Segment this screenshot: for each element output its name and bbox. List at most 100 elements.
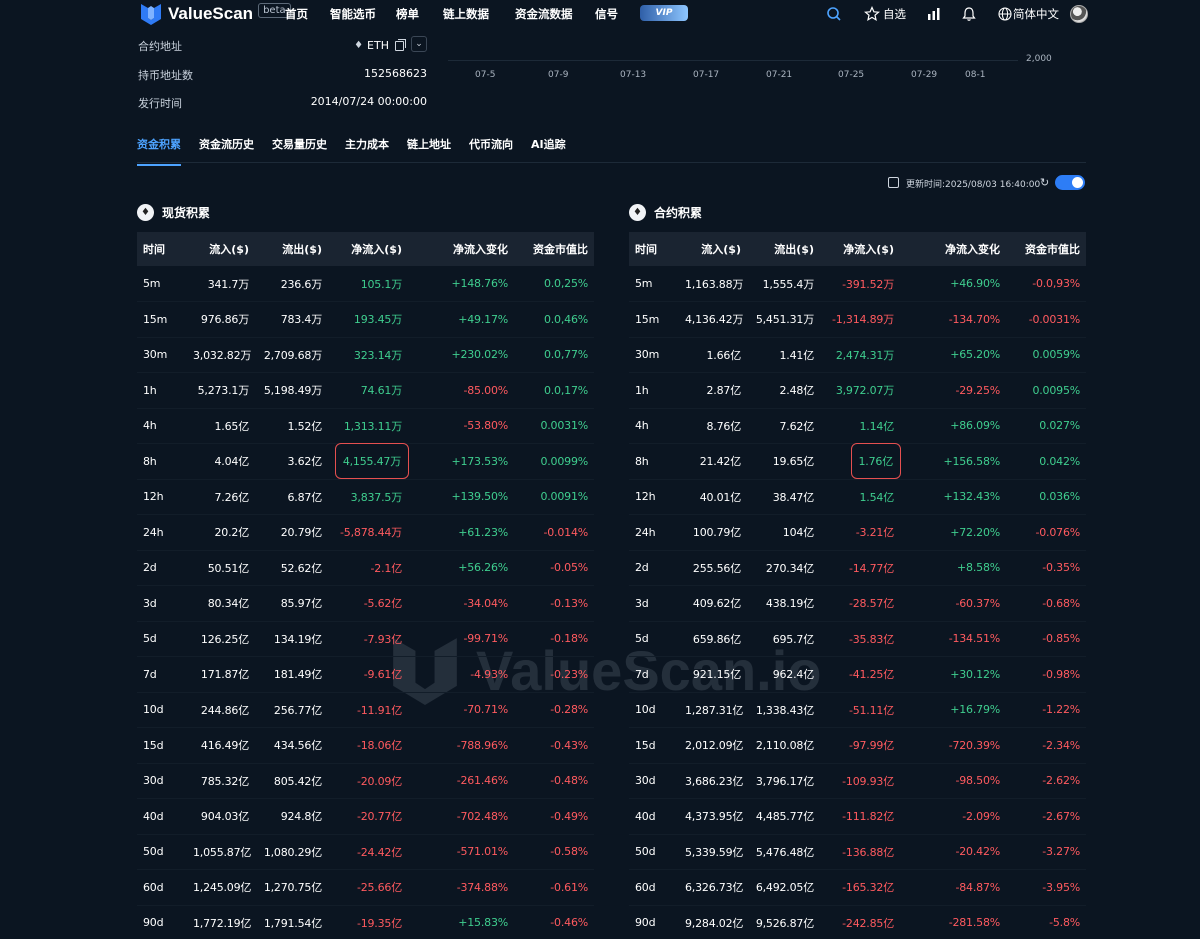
table-row: 5d 659.86亿 695.7亿 -35.83亿 -134.51% -0.85% — [629, 621, 1086, 657]
table-row: 15m 4,136.42万 5,451.31万 -1,314.89万 -134.70% -… — [629, 302, 1086, 337]
net-inflow-cell: -11.91亿 — [356, 703, 402, 717]
net-change-cell: -20.42% — [955, 845, 1000, 859]
vip-button[interactable]: VIP — [640, 5, 688, 21]
nav-rankings[interactable]: 榜单 — [396, 6, 419, 22]
star-icon[interactable] — [864, 6, 880, 22]
time-cell: 2d — [143, 561, 157, 575]
brand-name: ValueScan — [168, 4, 254, 23]
globe-icon[interactable] — [997, 6, 1013, 22]
futures-accumulation-panel: ♦ 合约积累 时间 流入($) 流出($) 净流入($) 净流入变化 资金市值比 5m 1,… — [629, 200, 1086, 939]
nav-onchain-data[interactable]: 链上数据 — [443, 6, 489, 22]
nav-fund-flow-data[interactable]: 资金流数据 — [515, 6, 573, 22]
time-cell: 7d — [635, 667, 649, 681]
nav-signals[interactable]: 信号 — [595, 6, 618, 22]
inflow-cell: 7.26亿 — [214, 490, 250, 504]
inflow-cell: 1,245.09亿 — [193, 881, 252, 895]
inflow-cell: 3,686.23亿 — [685, 774, 744, 788]
search-icon[interactable] — [826, 6, 842, 22]
inflow-cell: 126.25亿 — [200, 632, 249, 646]
time-cell: 40d — [143, 809, 164, 823]
inflow-cell: 2,012.09亿 — [685, 739, 744, 753]
net-inflow-cell: 193.45万 — [353, 313, 402, 327]
nav-smart-pick[interactable]: 智能选币 — [330, 6, 376, 22]
auto-refresh-toggle[interactable] — [1055, 175, 1085, 190]
net-inflow-cell: -109.93亿 — [842, 774, 894, 788]
net-inflow-cell: -1,314.89万 — [832, 313, 894, 327]
chevron-down-icon[interactable]: ⌄ — [411, 36, 427, 52]
copy-icon[interactable] — [395, 38, 406, 51]
table-row: 60d 1,245.09亿 1,270.75亿 -25.66亿 -374.88% -0.6… — [137, 870, 594, 905]
net-change-cell: -281.58% — [948, 916, 1001, 930]
inflow-cell: 1,772.19亿 — [193, 916, 252, 930]
table-row: 4h 1.65亿 1.52亿 1,313.11万 -53.80% 0.0031% — [137, 408, 594, 444]
ratio-cell: 0.027% — [1039, 419, 1080, 433]
net-inflow-cell: 1.76亿 — [820, 443, 901, 480]
copy-icon[interactable] — [888, 177, 899, 188]
table-row: 15d 416.49亿 434.56亿 -18.06亿 -788.96% -0.43% — [137, 728, 594, 763]
contract-address-value[interactable]: ♦ ETH — [354, 38, 406, 52]
bell-icon[interactable] — [961, 6, 977, 22]
column-header: 流出($) — [282, 243, 322, 256]
outflow-cell: 20.79亿 — [280, 526, 322, 540]
table-row: 30m 1.66亿 1.41亿 2,474.31万 +65.20% 0.0059% — [629, 337, 1086, 373]
table-row: 24h 100.79亿 104亿 -3.21亿 +72.20% -0.076% — [629, 515, 1086, 550]
table-row: 30d 785.32亿 805.42亿 -20.09亿 -261.46% -0.48% — [137, 763, 594, 799]
table-row: 2d 50.51亿 52.62亿 -2.1亿 +56.26% -0.05% — [137, 550, 594, 586]
outflow-cell: 438.19亿 — [765, 597, 814, 611]
net-change-cell: -261.46% — [456, 774, 509, 788]
net-change-cell: -29.25% — [955, 383, 1000, 397]
net-change-cell: +15.83% — [458, 916, 508, 930]
net-inflow-cell: -14.77亿 — [848, 561, 894, 575]
table-header-row: 时间 流入($) 流出($) 净流入($) 净流入变化 资金市值比 — [137, 232, 594, 266]
chart-icon[interactable] — [926, 6, 942, 22]
net-inflow-cell: 1,313.11万 — [343, 419, 402, 433]
inflow-cell: 416.49亿 — [200, 739, 249, 753]
language-selector[interactable]: 简体中文 — [1013, 6, 1059, 22]
brand-logo[interactable]: ValueScan beta — [140, 2, 291, 26]
net-inflow-cell: -25.66亿 — [356, 881, 402, 895]
net-change-cell: +132.43% — [943, 490, 1000, 504]
inflow-cell: 50.51亿 — [207, 561, 249, 575]
net-change-cell: -720.39% — [948, 738, 1001, 752]
inflow-cell: 1,163.88万 — [685, 277, 744, 291]
ratio-cell: -0.18% — [550, 632, 588, 646]
ratio-cell: -0.61% — [550, 880, 588, 894]
net-inflow-cell: -18.06亿 — [356, 739, 402, 753]
inflow-cell: 4,373.95亿 — [685, 810, 744, 824]
ratio-cell: -0.13% — [550, 596, 588, 610]
watchlist-link[interactable]: 自选 — [883, 6, 906, 22]
net-change-cell: -788.96% — [456, 738, 509, 752]
time-cell: 90d — [143, 916, 164, 930]
nav-home[interactable]: 首页 — [285, 6, 308, 22]
table-row: 90d 9,284.02亿 9,526.87亿 -242.85亿 -281.58% -5.… — [629, 905, 1086, 939]
refresh-icon[interactable]: ↻ — [1040, 176, 1049, 189]
chart-x-tick: 07-25 — [838, 70, 865, 80]
top-nav: ValueScan beta 首页 智能选币 榜单 链上数据 资金流数据 信号 … — [0, 0, 1200, 30]
inflow-cell: 40.01亿 — [699, 490, 741, 504]
outflow-cell: 9,526.87亿 — [755, 916, 814, 930]
net-change-cell: +156.58% — [943, 454, 1000, 468]
time-cell: 24h — [143, 525, 164, 539]
spot-table: 时间 流入($) 流出($) 净流入($) 净流入变化 资金市值比 5m 341.7万 236… — [137, 232, 594, 939]
tabs-divider — [137, 162, 1086, 163]
table-header-row: 时间 流入($) 流出($) 净流入($) 净流入变化 资金市值比 — [629, 232, 1086, 266]
table-row: 50d 1,055.87亿 1,080.29亿 -24.42亿 -571.01% -0.5… — [137, 834, 594, 870]
time-cell: 10d — [635, 703, 656, 717]
user-avatar[interactable] — [1070, 5, 1088, 23]
inflow-cell: 1.66亿 — [706, 348, 742, 362]
net-change-cell: +230.02% — [451, 348, 508, 362]
valuescan-logo-icon — [141, 4, 161, 25]
inflow-cell: 100.79亿 — [692, 526, 741, 540]
ratio-cell: -0.28% — [550, 703, 588, 717]
spot-accumulation-panel: ♦ 现货积累 时间 流入($) 流出($) 净流入($) 净流入变化 资金市值比 5m 34… — [137, 200, 594, 939]
time-cell: 5d — [635, 632, 649, 646]
column-header: 净流入变化 — [453, 243, 508, 256]
table-row: 12h 7.26亿 6.87亿 3,837.5万 +139.50% 0.0091% — [137, 479, 594, 515]
outflow-cell: 5,476.48亿 — [755, 845, 814, 859]
inflow-cell: 1,055.87亿 — [193, 845, 252, 859]
chart-x-tick: 07-9 — [548, 70, 569, 80]
inflow-cell: 409.62亿 — [692, 597, 741, 611]
net-inflow-cell: -111.82亿 — [842, 810, 894, 824]
ratio-cell: 0.0,17% — [543, 383, 588, 397]
outflow-cell: 924.8亿 — [280, 810, 322, 824]
